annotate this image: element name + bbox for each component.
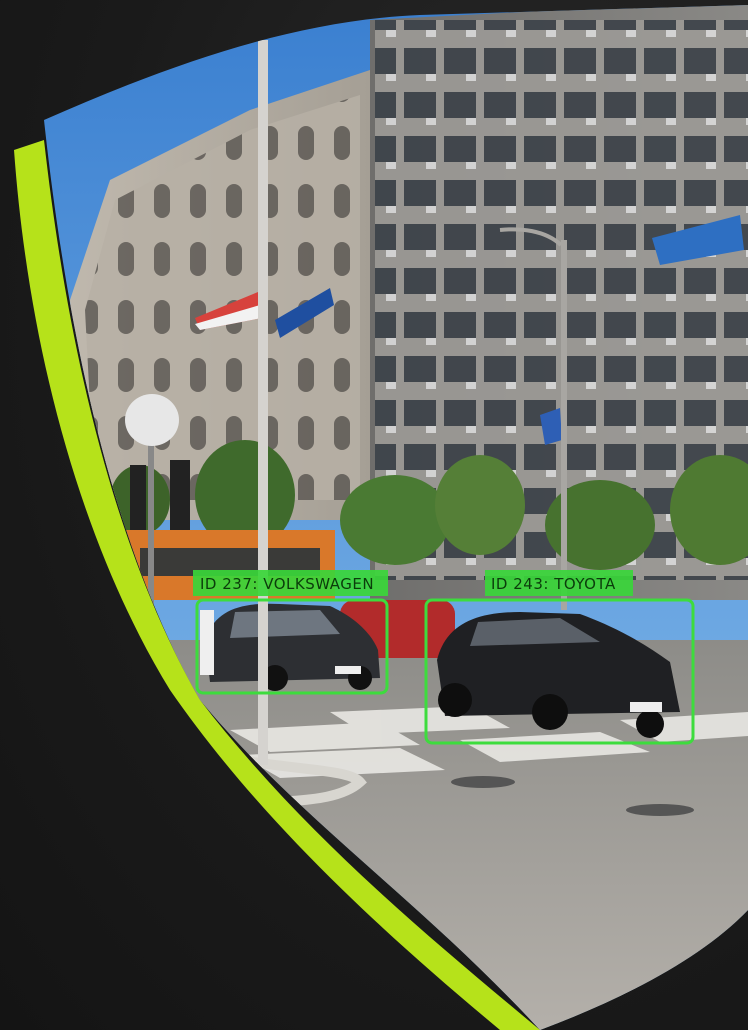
- detection-label: ID 243: TOYOTA: [491, 575, 616, 593]
- lamp-pole: [258, 40, 268, 765]
- manhole: [451, 776, 515, 788]
- street-scene: ID 237: VOLKSWAGEN ID 243: TOYOTA: [14, 5, 748, 1030]
- road-sign: [125, 394, 179, 446]
- street-light-pole: [561, 240, 567, 610]
- traffic-light: [170, 460, 190, 530]
- pedestrian: [200, 610, 214, 675]
- detection-label: ID 237: VOLKSWAGEN: [200, 575, 374, 593]
- image-stage: ID 237: VOLKSWAGEN ID 243: TOYOTA: [0, 0, 748, 1030]
